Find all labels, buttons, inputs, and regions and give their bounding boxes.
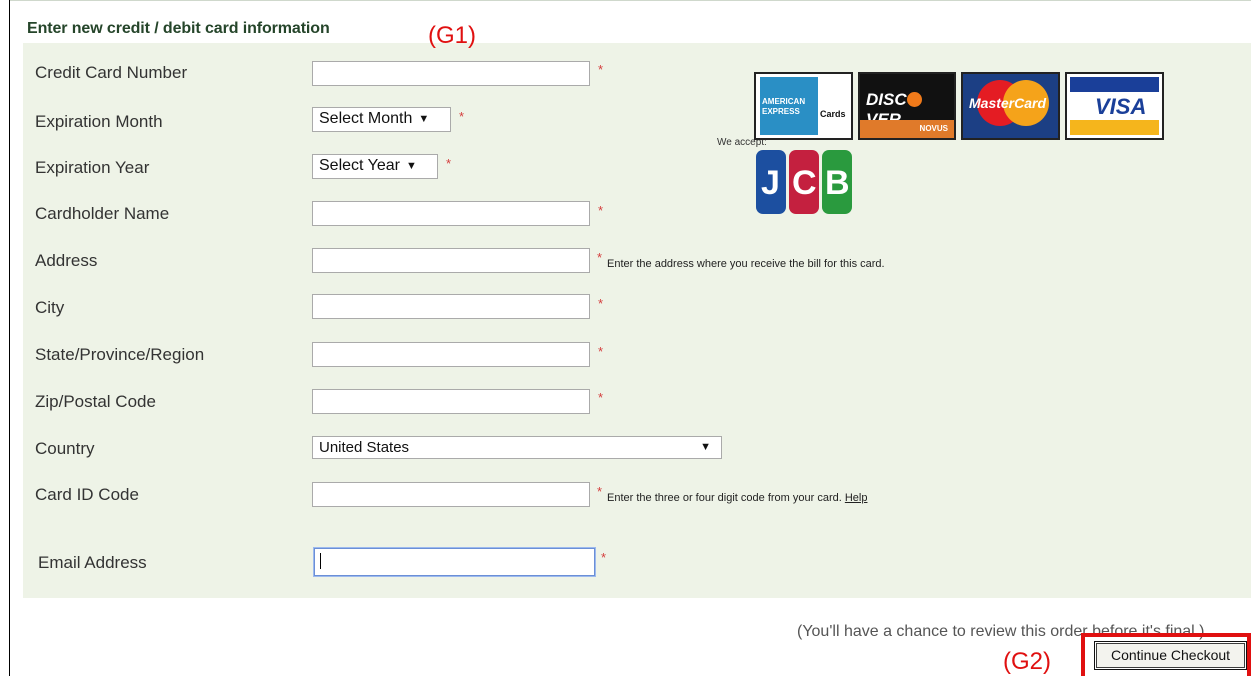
country-select[interactable]: United States ▼ (312, 436, 722, 459)
amex-line1: AMERICAN (762, 97, 806, 106)
section-title: Enter new credit / debit card informatio… (27, 20, 330, 37)
card-id-input[interactable] (312, 482, 590, 507)
exp-month-select[interactable]: Select Month ▼ (312, 107, 451, 132)
required-marker: * (597, 484, 603, 499)
discover-sub: NOVUS (919, 124, 948, 133)
country-value: United States (319, 439, 410, 456)
required-marker: * (598, 296, 604, 311)
amex-suffix: Cards (820, 109, 846, 119)
card-id-hint: Enter the three or four digit code from … (607, 492, 867, 504)
state-label: State/Province/Region (35, 345, 205, 364)
discover-logo-icon: DISCVER NOVUS (858, 72, 956, 140)
address-label: Address (35, 251, 98, 270)
address-input[interactable] (312, 248, 590, 273)
exp-year-select[interactable]: Select Year ▼ (312, 154, 438, 179)
jcb-logo-icon: J C B (756, 150, 852, 214)
city-label: City (35, 298, 65, 317)
address-hint: Enter the address where you receive the … (607, 258, 885, 270)
email-label: Email Address (38, 553, 147, 572)
zip-input[interactable] (312, 389, 590, 414)
amex-logo-icon: AMERICAN EXPRESS Cards (754, 72, 853, 140)
exp-year-label: Expiration Year (35, 158, 150, 177)
cardholder-name-input[interactable] (312, 201, 590, 226)
text-caret (320, 553, 321, 569)
city-input[interactable] (312, 294, 590, 319)
cardholder-name-label: Cardholder Name (35, 204, 170, 223)
continue-checkout-button[interactable]: Continue Checkout (1094, 641, 1247, 670)
required-marker: * (598, 344, 604, 359)
card-id-label: Card ID Code (35, 485, 139, 504)
email-input[interactable] (314, 548, 595, 576)
required-marker: * (598, 203, 604, 218)
state-input[interactable] (312, 342, 590, 367)
country-label: Country (35, 439, 95, 458)
required-marker: * (598, 62, 604, 77)
dropdown-arrow-icon: ▼ (700, 441, 711, 453)
visa-wordmark: VISA (1095, 94, 1147, 119)
help-link[interactable]: Help (845, 492, 868, 504)
annotation-g2: (G2) (1003, 648, 1051, 675)
section-header: Enter new credit / debit card informatio… (10, 0, 1251, 44)
zip-label: Zip/Postal Code (35, 392, 156, 411)
exp-month-value: Select Month (319, 110, 413, 127)
amex-line2: EXPRESS (762, 107, 800, 116)
dropdown-arrow-icon: ▼ (405, 160, 417, 172)
mastercard-wordmark: MasterCard (969, 95, 1047, 111)
card-number-label: Credit Card Number (35, 63, 188, 82)
required-marker: * (446, 156, 452, 171)
required-marker: * (598, 390, 604, 405)
card-number-input[interactable] (312, 61, 590, 86)
card-id-hint-text: Enter the three or four digit code from … (607, 492, 842, 504)
visa-logo-icon: VISA (1065, 72, 1164, 140)
required-marker: * (459, 109, 465, 124)
mastercard-logo-icon: MasterCard (961, 72, 1060, 140)
exp-month-label: Expiration Month (35, 112, 163, 131)
annotation-g1: (G1) (428, 22, 476, 49)
dropdown-arrow-icon: ▼ (418, 113, 430, 125)
required-marker: * (597, 250, 603, 265)
required-marker: * (601, 550, 607, 565)
page-left-border (9, 0, 10, 676)
exp-year-value: Select Year (319, 157, 400, 174)
